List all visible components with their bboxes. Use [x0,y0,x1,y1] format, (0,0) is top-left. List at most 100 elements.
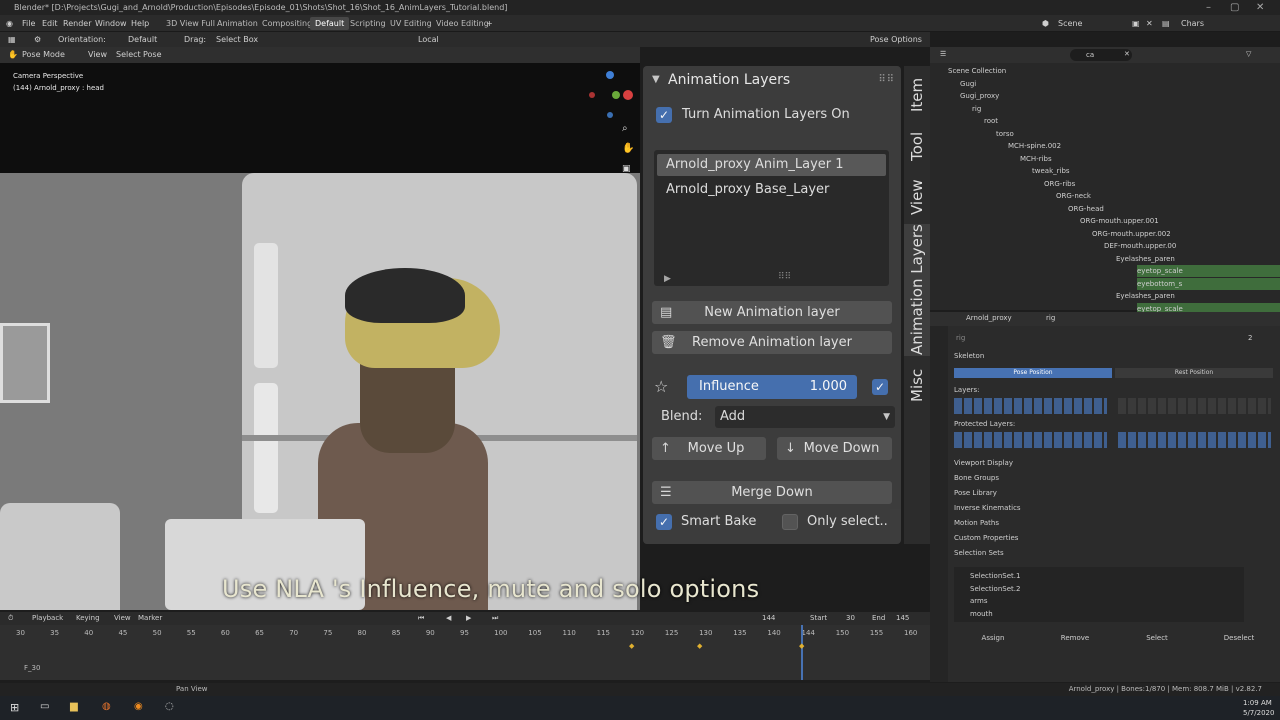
blender-taskbar-icon[interactable]: ◉ [134,701,143,712]
list-item[interactable]: Arnold_proxy Base_Layer [657,179,886,201]
smart-bake-checkbox[interactable]: ✓ [656,514,672,530]
outliner[interactable]: ☰ ca ✕ ▽ Scene Collection Gugi Gugi_proxy r… [930,47,1280,327]
outliner-row[interactable]: root [984,115,998,127]
outliner-row[interactable]: ORG-ribs [1044,178,1075,190]
move-down-button[interactable]: ↓ Move Down [777,437,892,460]
outliner-search-input[interactable]: ca [1070,49,1132,61]
tab-tool[interactable]: Tool [904,122,930,170]
outliner-row[interactable]: tweak_ribs [1032,165,1070,177]
property-section[interactable]: Pose Library [954,487,997,500]
menu-playback[interactable]: Playback [32,612,63,625]
view-layer-name[interactable]: Chars [1181,15,1204,32]
property-section[interactable]: Bone Groups [954,472,999,485]
property-section[interactable]: Motion Paths [954,517,999,530]
orientation-dropdown[interactable]: Default [128,32,157,47]
playhead[interactable] [801,625,803,680]
drag-dropdown[interactable]: Select Box [216,32,258,47]
pose-position-button[interactable]: Pose Position [954,368,1112,378]
outliner-row[interactable]: MCH-ribs [1020,153,1052,165]
bone-layers-grid-2[interactable] [1118,398,1271,414]
protected-layers-grid[interactable] [954,432,1107,448]
list-resize-grip-icon[interactable]: ⠿⠿ [778,272,791,282]
search-clear-icon[interactable]: ✕ [1124,50,1130,58]
selection-set-item[interactable]: SelectionSet.1 [970,570,1020,582]
outliner-row[interactable]: eyetop_scale [1137,265,1280,277]
properties-tabs[interactable] [930,326,948,682]
end-frame-field[interactable]: 145 [896,612,909,625]
3d-viewport[interactable]: ⌕ ✋ ▣ [0,63,640,610]
outliner-row[interactable]: Eyelashes_paren [1116,290,1175,302]
outliner-row[interactable]: ORG-neck [1056,190,1091,202]
outliner-row[interactable]: Gugi [960,78,976,90]
property-section[interactable]: Selection Sets [954,547,1004,560]
merge-down-button[interactable]: ☰ Merge Down [652,481,892,504]
outliner-row[interactable]: ORG-mouth.upper.001 [1080,215,1159,227]
menu-marker[interactable]: Marker [138,612,162,625]
menu-timeline-view[interactable]: View [114,612,131,625]
tab-uv-editing[interactable]: UV Editing [390,15,432,32]
task-view-icon[interactable]: ▭ [40,701,49,712]
layer-list[interactable]: Arnold_proxy Anim_Layer 1 Arnold_proxy B… [654,150,889,286]
move-up-button[interactable]: ↑ Move Up [652,437,766,460]
play-icon[interactable]: ▶ [466,612,471,625]
app-icon[interactable]: ◌ [165,701,174,712]
panel-collapse-icon[interactable]: ▼ [652,74,660,85]
tab-misc[interactable]: Misc [904,360,930,410]
datablock-name[interactable]: rig [956,334,965,342]
outliner-row[interactable]: Gugi_proxy [960,90,999,102]
menu-keying[interactable]: Keying [76,612,100,625]
selection-set-list[interactable]: SelectionSet.1 SelectionSet.2 arms mouth [954,567,1244,622]
tab-animation[interactable]: Animation [217,15,258,32]
firefox-icon[interactable]: ◍ [102,701,111,712]
rest-position-button[interactable]: Rest Position [1115,368,1273,378]
selection-set-button[interactable]: Remove [1036,634,1114,642]
close-icon[interactable]: ✕ [1256,0,1264,15]
timeline-type-icon[interactable]: ⏱ [8,612,13,625]
turn-layers-on-checkbox[interactable]: ✓ [656,107,672,123]
minimize-icon[interactable]: – [1206,0,1211,15]
panel-grip-icon[interactable]: ⠿⠿ [878,74,895,85]
tool-settings-icon[interactable]: ⚙ [34,32,41,47]
keyframe-icon[interactable]: ◆ [629,642,634,650]
marker-label[interactable]: F_30 [24,664,40,672]
tab-video-editing[interactable]: Video Editing [436,15,489,32]
menu-view[interactable]: View [88,47,107,63]
data-breadcrumb[interactable]: rig [1046,314,1055,322]
selection-set-item[interactable]: mouth [970,608,993,620]
properties-editor[interactable]: Arnold_proxy rig rig 2 Skeleton Pose Pos… [930,312,1280,682]
outliner-row[interactable]: torso [996,128,1014,140]
new-animation-layer-button[interactable]: ▤ New Animation layer [652,301,892,324]
outliner-row[interactable]: Eyelashes_paren [1116,253,1175,265]
influence-slider[interactable]: Influence 1.000 [687,375,857,399]
add-workspace-icon[interactable]: + [486,15,493,32]
property-section[interactable]: Inverse Kinematics [954,502,1021,515]
menu-render[interactable]: Render [63,15,91,32]
skeleton-panel[interactable]: Skeleton [954,350,984,363]
tab-item[interactable]: Item [904,70,930,120]
selection-set-button[interactable]: Assign [954,634,1032,642]
scene-close-icon[interactable]: ✕ [1146,15,1153,32]
only-selected-checkbox[interactable] [782,514,798,530]
menu-file[interactable]: File [22,15,35,32]
selection-set-item[interactable]: SelectionSet.2 [970,583,1020,595]
navigation-gizmo[interactable]: ⌕ ✋ ▣ [586,69,636,179]
blend-dropdown[interactable]: Add ▼ [715,406,895,428]
keyframe-icon[interactable]: ◆ [799,642,804,650]
blender-logo-icon[interactable]: ◉ [6,15,13,32]
jump-start-icon[interactable]: ⏮ [418,612,424,625]
influence-checkbox[interactable]: ✓ [872,379,888,395]
view-layer-icon[interactable]: ▤ [1162,15,1170,32]
selection-set-item[interactable]: arms [970,595,988,607]
selection-set-button[interactable]: Select [1118,634,1196,642]
scene-name[interactable]: Scene [1058,15,1082,32]
outliner-row[interactable]: ORG-head [1068,203,1104,215]
star-icon[interactable]: ☆ [654,377,668,396]
tab-compositing[interactable]: Compositing [262,15,312,32]
pivot-dropdown[interactable]: Local [418,32,439,47]
property-section[interactable]: Custom Properties [954,532,1018,545]
scene-icon[interactable]: ⬢ [1042,15,1049,32]
timeline[interactable]: 30 35 40 45 50 55 60 65 70 75 80 85 90 95 100 105 110 115… [0,625,930,680]
windows-start-icon[interactable]: ⊞ [10,701,19,714]
editor-type-icon[interactable]: ▦ [8,32,16,47]
list-expand-icon[interactable]: ▶ [664,274,671,284]
